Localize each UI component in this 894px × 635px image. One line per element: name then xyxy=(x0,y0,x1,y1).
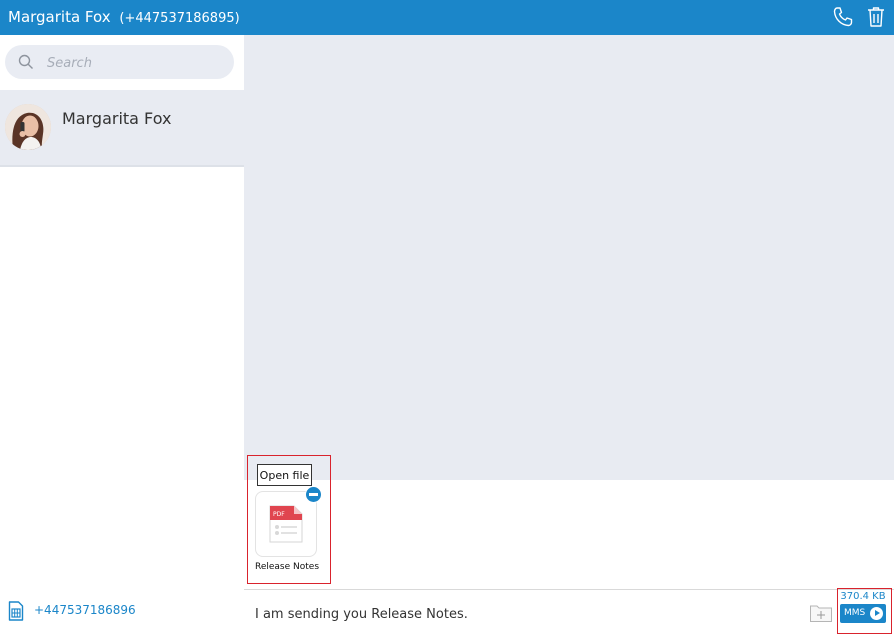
message-input[interactable] xyxy=(255,604,795,624)
folder-add-icon xyxy=(810,605,832,622)
attachment-size: 370.4 KB xyxy=(840,591,886,602)
call-button[interactable] xyxy=(831,5,855,29)
pdf-file-icon: PDF xyxy=(269,505,303,543)
remove-attachment-button[interactable] xyxy=(305,486,322,503)
header-contact-phone: (+447537186895) xyxy=(119,11,240,26)
attachment-name: Release Notes xyxy=(254,562,320,572)
own-number: +447537186896 xyxy=(8,601,136,623)
search-icon xyxy=(18,54,33,69)
open-file-tooltip: Open file xyxy=(257,464,312,486)
send-mms-label: MMS xyxy=(844,608,866,618)
header-contact-name: Margarita Fox xyxy=(8,8,111,26)
send-mms-button[interactable]: MMS xyxy=(840,604,886,623)
contact-name: Margarita Fox xyxy=(62,109,172,128)
play-icon xyxy=(870,607,883,620)
conversation-header: Margarita Fox (+447537186895) xyxy=(0,0,894,35)
search-input[interactable] xyxy=(45,52,229,74)
sidebar: Margarita Fox +447537186896 xyxy=(0,35,244,635)
header-title: Margarita Fox (+447537186895) xyxy=(8,8,240,26)
sim-card-icon xyxy=(8,601,24,621)
svg-text:PDF: PDF xyxy=(273,511,285,518)
message-history xyxy=(244,35,894,480)
attach-file-button[interactable] xyxy=(809,603,833,623)
search-box xyxy=(5,45,234,79)
delete-conversation-button[interactable] xyxy=(864,5,888,29)
avatar xyxy=(5,104,51,150)
compose-divider xyxy=(244,589,894,590)
contact-list-item[interactable]: Margarita Fox xyxy=(0,90,244,167)
phone-icon xyxy=(833,7,853,27)
trash-icon xyxy=(868,7,884,27)
own-number-text: +447537186896 xyxy=(34,603,136,617)
